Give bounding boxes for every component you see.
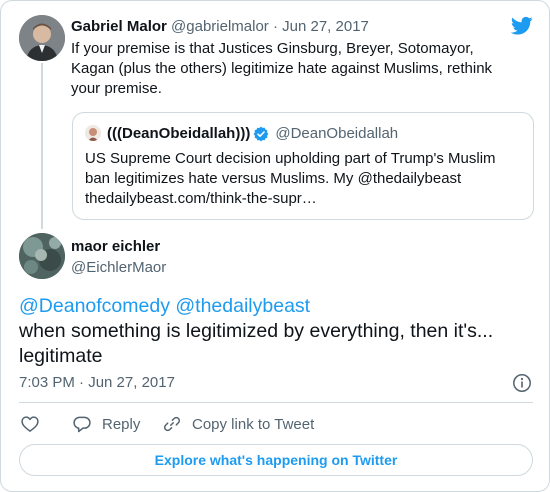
parent-author-name[interactable]: Gabriel Malor <box>71 18 167 35</box>
avatar-gabriel-malor[interactable] <box>19 15 65 61</box>
parent-tweet-date[interactable]: Jun 27, 2017 <box>282 18 369 35</box>
copy-link-label: Copy link to Tweet <box>192 415 315 433</box>
copy-link-button[interactable]: Copy link to Tweet <box>162 413 314 435</box>
twitter-bird-icon[interactable] <box>511 16 533 36</box>
avatar-maor-eichler[interactable] <box>19 233 65 279</box>
verified-badge-icon <box>253 126 269 141</box>
explore-twitter-button[interactable]: Explore what's happening on Twitter <box>19 444 533 476</box>
avatar-dean-obeidallah <box>85 125 101 141</box>
reply-label: Reply <box>102 415 141 433</box>
like-button[interactable] <box>20 413 50 435</box>
quoted-author-name: (((DeanObeidallah))) <box>107 125 251 142</box>
divider <box>19 402 533 403</box>
parent-tweet-text: If your premise is that Justices Ginsbur… <box>71 40 493 97</box>
link-icon <box>163 416 181 432</box>
parent-separator: · <box>272 18 278 35</box>
quoted-tweet[interactable]: (((DeanObeidallah))) @DeanObeidallah US … <box>72 112 534 220</box>
main-tweet-timestamp[interactable]: 7:03 PM · Jun 27, 2017 <box>19 374 175 391</box>
main-author-name[interactable]: maor eichler <box>71 238 160 255</box>
thread-connector-line <box>41 63 43 229</box>
main-tweet-body: @Deanofcomedy @thedailybeast when someth… <box>19 294 529 369</box>
quoted-author-handle: @DeanObeidallah <box>275 125 399 142</box>
main-tweet-mentions[interactable]: @Deanofcomedy @thedailybeast <box>19 294 529 319</box>
reply-icon <box>73 416 91 433</box>
main-tweet-text: when something is legitimized by everyth… <box>19 320 494 367</box>
parent-tweet-header: Gabriel Malor @gabrielmalor · Jun 27, 20… <box>71 18 369 36</box>
embedded-tweet-card: Gabriel Malor @gabrielmalor · Jun 27, 20… <box>0 0 550 492</box>
reply-button[interactable]: Reply <box>72 413 140 435</box>
info-icon[interactable] <box>512 373 532 393</box>
main-author-handle[interactable]: @EichlerMaor <box>71 259 166 276</box>
parent-author-handle[interactable]: @gabrielmalor <box>171 18 269 35</box>
heart-icon <box>21 416 39 432</box>
quoted-tweet-text: US Supreme Court decision upholding part… <box>85 150 496 207</box>
quoted-tweet-header: (((DeanObeidallah))) @DeanObeidallah <box>107 125 398 142</box>
